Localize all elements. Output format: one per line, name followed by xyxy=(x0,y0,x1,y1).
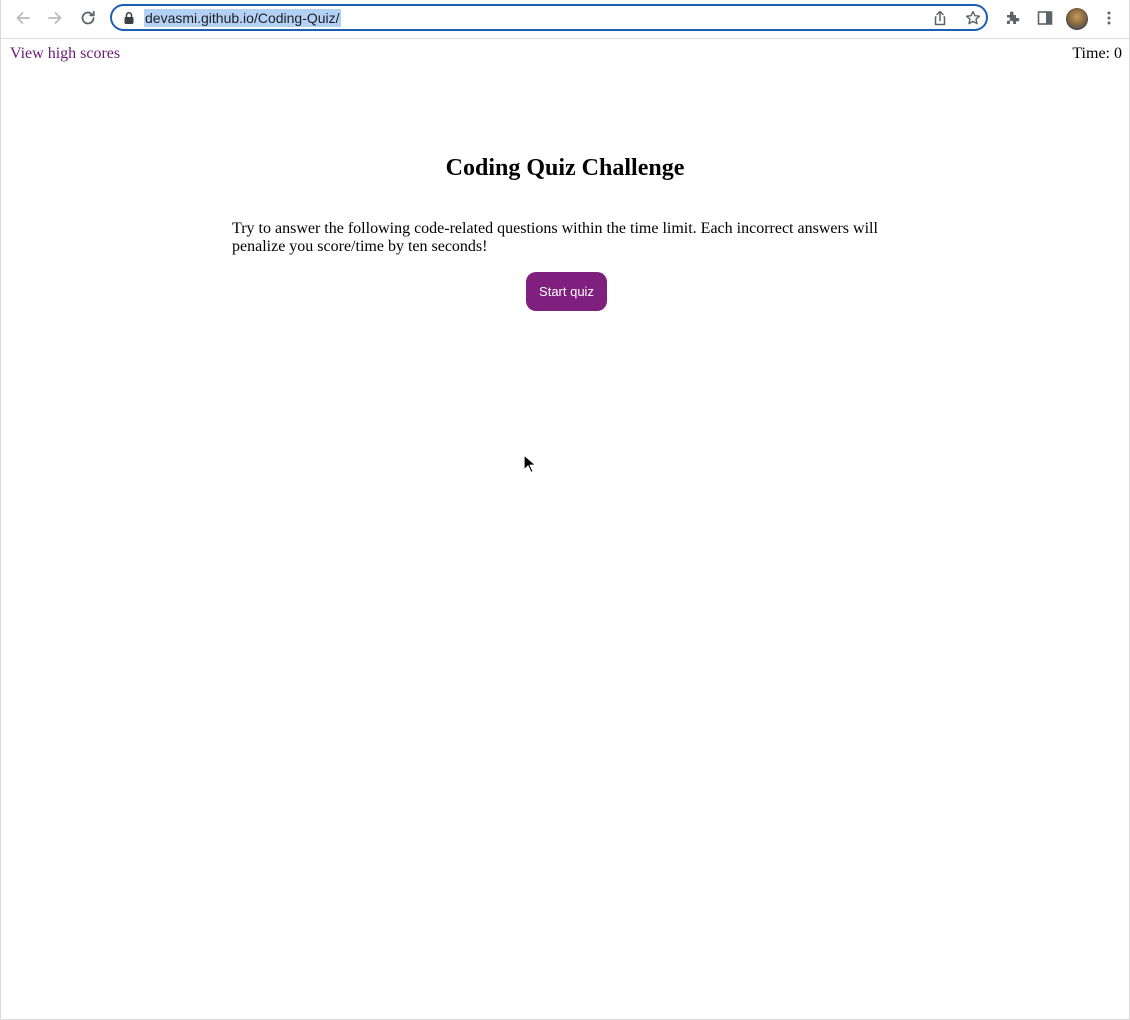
star-icon[interactable] xyxy=(963,9,983,27)
kebab-menu-icon xyxy=(1107,11,1111,25)
menu-button[interactable] xyxy=(1097,6,1121,30)
arrow-right-icon xyxy=(48,12,62,24)
timer-label: Time: xyxy=(1072,45,1110,62)
timer-value: 0 xyxy=(1114,45,1122,62)
url-text[interactable]: devasmi.github.io/Coding-Quiz/ xyxy=(144,9,341,27)
reload-button[interactable] xyxy=(76,6,100,30)
forward-button[interactable] xyxy=(43,6,67,30)
side-panel-button[interactable] xyxy=(1033,6,1057,30)
address-bar[interactable]: devasmi.github.io/Coding-Quiz/ xyxy=(110,4,988,31)
timer: Time: 0 xyxy=(1072,45,1122,63)
browser-window: devasmi.github.io/Coding-Quiz/ View high… xyxy=(0,0,1130,1020)
page-content: View high scores Time: 0 Coding Quiz Chal… xyxy=(1,39,1129,1019)
page-title: Coding Quiz Challenge xyxy=(445,155,685,181)
mouse-pointer-icon xyxy=(523,454,537,474)
start-quiz-button[interactable]: Start quiz xyxy=(526,272,607,311)
extensions-button[interactable] xyxy=(1001,6,1025,30)
back-button[interactable] xyxy=(11,6,35,30)
arrow-left-icon xyxy=(16,12,30,24)
puzzle-icon xyxy=(1007,11,1020,24)
profile-avatar[interactable] xyxy=(1066,8,1088,30)
reload-icon xyxy=(81,10,95,25)
lock-icon[interactable] xyxy=(123,11,135,25)
view-high-scores-link[interactable]: View high scores xyxy=(10,45,120,63)
share-icon[interactable] xyxy=(930,9,950,27)
intro-text: Try to answer the following code-related… xyxy=(232,220,878,255)
browser-toolbar: devasmi.github.io/Coding-Quiz/ xyxy=(1,0,1129,39)
side-panel-icon xyxy=(1037,11,1053,25)
